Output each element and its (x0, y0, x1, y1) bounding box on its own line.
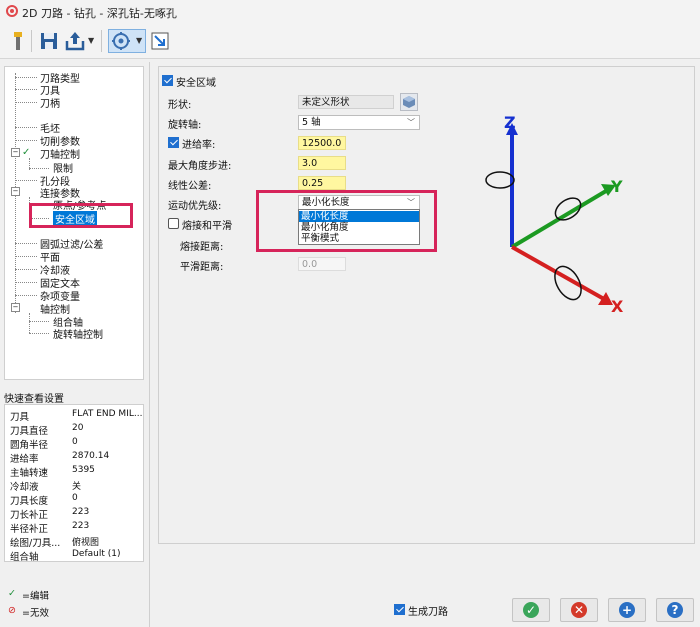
quick-key: 半径补正 (10, 524, 49, 535)
help-button[interactable]: ? (656, 598, 694, 622)
window-title: 2D 刀路 - 钻孔 - 深孔钻-无啄孔 (22, 7, 177, 20)
generate-toolpath-label: 生成刀路 (408, 607, 448, 618)
quick-key: 冷却液 (10, 482, 39, 493)
quick-value: 0 (72, 493, 78, 503)
panel-divider (149, 62, 150, 627)
shape-field[interactable]: 未定义形状 (298, 95, 394, 109)
generate-toolpath-checkbox[interactable] (394, 604, 405, 615)
view-icon[interactable]: ▼ (108, 29, 146, 53)
quick-value: Default (1) (72, 549, 121, 559)
quick-key: 刀长补正 (10, 510, 49, 521)
export-icon[interactable] (63, 29, 87, 53)
rotation-axis-label: 旋转轴: (168, 120, 202, 131)
collapse-toggle-icon[interactable]: − (11, 148, 20, 157)
safety-zone-checkbox[interactable] (162, 75, 173, 86)
x-axis-label: X (611, 297, 624, 316)
quick-value: 2870.14 (72, 451, 110, 461)
toolbar-separator (31, 30, 32, 52)
highlight-box (256, 190, 437, 252)
smooth-distance-label: 平滑距离: (180, 262, 224, 273)
feed-label: 进给率: (182, 140, 216, 151)
toolbar: ▼ ▼ (0, 24, 700, 59)
checkmark-icon: ✓ (523, 602, 539, 618)
quick-key: 进给率 (10, 454, 39, 465)
blend-label: 熔接和平滑 (182, 221, 232, 232)
dropdown-arrow-icon: ▼ (136, 36, 143, 45)
quick-value: FLAT END MIL... (72, 409, 143, 419)
toolbar-separator (101, 30, 102, 52)
quick-value: 关 (72, 482, 82, 492)
cancel-button[interactable]: ✕ (560, 598, 598, 622)
plus-icon: + (619, 602, 635, 618)
collapse-toggle-icon[interactable]: − (11, 303, 20, 312)
apply-button[interactable]: + (608, 598, 646, 622)
ok-button[interactable]: ✓ (512, 598, 550, 622)
chevron-down-icon: ﹀ (407, 118, 415, 127)
quick-key: 组合轴 (10, 552, 39, 563)
axis-diagram: Z Y X (470, 105, 640, 325)
quick-value: 223 (72, 521, 90, 531)
blend-distance-label: 熔接距离: (180, 242, 224, 253)
invalid-icon: ⊘ (8, 605, 16, 616)
app-icon (6, 5, 18, 17)
rotation-axis-value: 5 轴 (302, 117, 321, 128)
linear-tol-input[interactable]: 0.25 (298, 176, 346, 190)
x-rotation-icon (554, 265, 582, 301)
x-axis-line (511, 245, 605, 301)
smooth-distance-input: 0.0 (298, 257, 346, 271)
safety-zone-label: 安全区域 (176, 78, 216, 89)
quick-key: 刀具 (10, 412, 30, 423)
blend-checkbox[interactable] (168, 218, 179, 229)
quick-view-title: 快速查看设置 (4, 394, 64, 405)
collapse-toggle-icon[interactable]: − (11, 187, 20, 196)
max-angle-input[interactable]: 3.0 (298, 156, 346, 170)
edited-check-icon: ✓ (22, 147, 31, 158)
tool-icon[interactable] (6, 29, 30, 53)
z-rotation-icon (485, 171, 515, 189)
help-icon: ? (667, 602, 683, 618)
feed-checkbox[interactable] (168, 137, 179, 148)
rotation-axis-select[interactable]: 5 轴 ﹀ (298, 115, 420, 130)
quick-key: 刀具长度 (10, 496, 49, 507)
quick-key: 圆角半径 (10, 440, 49, 451)
close-icon: ✕ (571, 602, 587, 618)
title-bar: 2D 刀路 - 钻孔 - 深孔钻-无啄孔 (0, 0, 700, 24)
highlight-box (29, 203, 133, 228)
quick-key: 绘图/刀具... (10, 538, 61, 549)
resize-icon[interactable] (148, 29, 172, 53)
quick-key: 刀具直径 (10, 426, 49, 437)
quick-value: 俯视图 (72, 538, 100, 548)
tree-item[interactable]: 旋转轴控制 (53, 326, 103, 341)
dropdown-arrow-icon[interactable]: ▼ (88, 36, 94, 45)
legend-edit: =编辑 (22, 591, 49, 602)
quick-value: 20 (72, 423, 84, 433)
tree-item[interactable]: 刀轴控制 (40, 146, 80, 161)
max-angle-label: 最大角度步进: (168, 161, 232, 172)
quick-value: 5395 (72, 465, 95, 475)
quick-key: 主轴转速 (10, 468, 49, 479)
z-axis-label: Z (504, 113, 516, 132)
legend-invalid: =无效 (22, 608, 49, 619)
quick-value: 223 (72, 507, 90, 517)
quick-view-panel: 刀具 FLAT END MIL... 刀具直径 20 圆角半径 0 进给率 2870.1… (4, 404, 144, 563)
edit-check-icon: ✓ (8, 588, 16, 599)
axis-diagram-svg (485, 123, 616, 305)
save-icon[interactable] (37, 29, 61, 53)
motion-priority-label: 运动优先级: (168, 201, 222, 212)
shape-select-icon[interactable] (400, 93, 418, 111)
linear-tol-label: 线性公差: (168, 181, 212, 192)
quick-value: 0 (72, 437, 78, 447)
feed-input[interactable]: 12500.0 (298, 136, 346, 150)
y-axis-label: Y (611, 177, 623, 196)
tree-item[interactable]: 刀柄 (40, 95, 60, 110)
shape-label: 形状: (168, 100, 192, 111)
